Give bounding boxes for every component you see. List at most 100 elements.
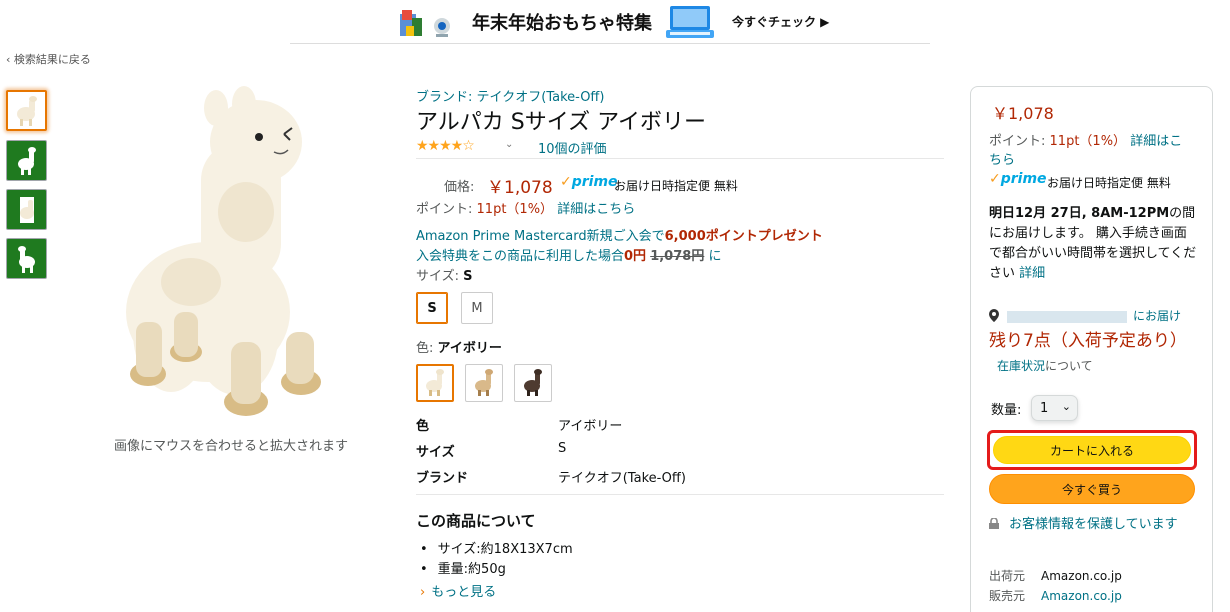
original-price: 1,078円 (650, 249, 705, 264)
lock-icon (989, 518, 999, 529)
seller-row: 販売元 Amazon.co.jp (989, 587, 1122, 604)
points-row: ポイント: 11pt（1%） 詳細はこちら (416, 198, 635, 217)
price-label: 価格: (444, 180, 475, 195)
points-label: ポイント: (989, 134, 1046, 149)
feature-bullet: 重量:約50g (420, 558, 506, 577)
prime-label: prime (571, 174, 618, 190)
about-section-title: この商品について (416, 512, 536, 530)
color-swatch-ivory[interactable] (416, 364, 454, 402)
card-promo-line2[interactable]: 入会特典をこの商品に利用した場合0円 1,078円 に (416, 245, 721, 264)
buybox-prime-note: お届け日時指定便 無料 (1047, 176, 1171, 190)
color-swatch-beige[interactable] (465, 364, 503, 402)
buybox-price: ￥1,078 (992, 104, 1054, 123)
promo-text: 入会特典をこの商品に利用した場合 (416, 249, 625, 264)
delivery-date: 明日12月 27日, 8AM-12PM (989, 206, 1170, 221)
product-title: アルパカ Sサイズ アイボリー (416, 110, 706, 135)
divider (416, 494, 944, 495)
back-to-results-link[interactable]: ‹ 検索結果に戻る (6, 51, 91, 67)
prime-check-icon: ✓ (560, 174, 572, 190)
zoom-hint: 画像にマウスを合わせると拡大されます (113, 439, 348, 454)
stock-info-suffix: について (1045, 359, 1093, 373)
star-rating[interactable]: ★★★★☆ (416, 138, 475, 154)
stock-info-link-text[interactable]: 在庫状況 (997, 359, 1045, 373)
points-details-link[interactable]: 詳細はこちら (557, 202, 635, 217)
size-option-s[interactable]: S (416, 292, 448, 324)
brand-link[interactable]: ブランド: テイクオフ(Take-Off) (416, 86, 604, 105)
alpaca-thumbnail-image (17, 245, 35, 273)
alpaca-thumbnail-image (17, 146, 36, 175)
alpaca-ivory-swatch (426, 369, 444, 396)
points-value: 11pt（1%） (1049, 134, 1127, 149)
alpaca-thumbnail-image (19, 196, 34, 223)
location-suffix: にお届け (1133, 309, 1182, 323)
product-main-image[interactable] (96, 82, 366, 432)
thumbnail-3[interactable] (6, 189, 47, 230)
quantity-label: 数量: (991, 403, 1022, 418)
feature-bullet: サイズ:約18X13X7cm (420, 538, 573, 557)
points-value: 11pt（1%） (476, 202, 554, 217)
shipper-value: Amazon.co.jp (1041, 569, 1122, 583)
quantity-value: 1 (1040, 400, 1049, 416)
prime-label: prime (1000, 171, 1047, 187)
stock-info-link[interactable]: 在庫状況について (997, 359, 1093, 373)
seller-link[interactable]: Amazon.co.jp (1041, 589, 1122, 603)
chevron-down-icon: ⌄ (1061, 400, 1071, 413)
add-to-cart-button[interactable]: カートに入れる (993, 436, 1191, 464)
thumbnail-1[interactable] (6, 90, 47, 131)
prime-badge: ✓prime (989, 171, 1047, 187)
buy-now-button[interactable]: 今すぐ買う (989, 474, 1195, 504)
spec-value: アイボリー (558, 419, 623, 434)
delivery-details-link[interactable]: 詳細 (1019, 266, 1045, 281)
promo-suffix: に (708, 249, 722, 264)
color-selected: アイボリー (437, 341, 502, 356)
points-label: ポイント: (416, 202, 473, 217)
spec-value: テイクオフ(Take-Off) (558, 471, 686, 486)
alpaca-brown-swatch (524, 369, 542, 396)
toys-image (400, 10, 450, 37)
size-label: サイズ: S (416, 265, 473, 284)
alpaca-thumbnail-image (16, 95, 37, 126)
chevron-right-icon: › (420, 585, 426, 600)
chevron-down-icon[interactable]: ⌄ (505, 139, 513, 150)
color-label: 色: アイボリー (416, 337, 502, 356)
thumbnail-4[interactable] (6, 238, 47, 279)
prime-check-icon: ✓ (989, 171, 1001, 187)
alpaca-beige-swatch (475, 369, 493, 396)
banner-title: 年末年始おもちゃ特集 (472, 13, 652, 34)
size-option-m[interactable]: M (461, 292, 493, 324)
price: ￥1,078 (487, 178, 553, 198)
shipper-label: 出荷元 (989, 569, 1026, 583)
top-banner[interactable]: 年末年始おもちゃ特集 今すぐチェック ▶ (290, 0, 930, 44)
prime-badge: ✓prime (560, 174, 618, 190)
color-swatch-brown[interactable] (514, 364, 552, 402)
seller-label: 販売元 (989, 589, 1026, 603)
secure-text: お客様情報を保護しています (1009, 517, 1178, 532)
address-redacted (1007, 310, 1127, 323)
location-pin-icon (989, 309, 999, 322)
promo-text: Amazon Prime Mastercard新規ご入会で (416, 229, 665, 244)
color-label-text: 色: (416, 341, 434, 356)
delivery-location-link[interactable]: にお届け (989, 307, 1181, 324)
thumbnail-2[interactable] (6, 140, 47, 181)
see-more-label: もっと見る (431, 585, 497, 600)
promo-amount: 6,000ポイントプレゼント (664, 229, 823, 244)
card-promo-line1[interactable]: Amazon Prime Mastercard新規ご入会で6,000ポイントプレ… (416, 225, 823, 244)
divider (416, 158, 944, 159)
see-more-link[interactable]: › もっと見る (420, 581, 496, 600)
spec-value: S (558, 441, 567, 456)
spec-key: 色 (416, 419, 430, 434)
buybox-points: ポイント: 11pt（1%） 詳細はこちら (989, 132, 1194, 170)
spec-key: サイズ (416, 445, 455, 460)
quantity-select[interactable]: 1 ⌄ (1031, 395, 1078, 421)
banner-cta-link[interactable]: 今すぐチェック ▶ (732, 13, 829, 30)
stock-text: 残り7点（入荷予定あり） (989, 331, 1187, 351)
secure-transaction-link[interactable]: お客様情報を保護しています (989, 515, 1195, 535)
shipper-row: 出荷元 Amazon.co.jp (989, 567, 1122, 584)
ratings-count-link[interactable]: 10個の評価 (538, 138, 607, 157)
size-label-text: サイズ: (416, 269, 459, 284)
delivery-note: お届け日時指定便 無料 (614, 179, 738, 193)
spec-key: ブランド (416, 471, 469, 486)
stock-status: 残り7点（入荷予定あり） 在庫状況について (989, 329, 1199, 378)
toy-laptop-image (666, 6, 714, 38)
delivery-estimate: 明日12月 27日, 8AM-12PMの間にお届けします。 購入手続き画面で都合… (989, 204, 1199, 284)
